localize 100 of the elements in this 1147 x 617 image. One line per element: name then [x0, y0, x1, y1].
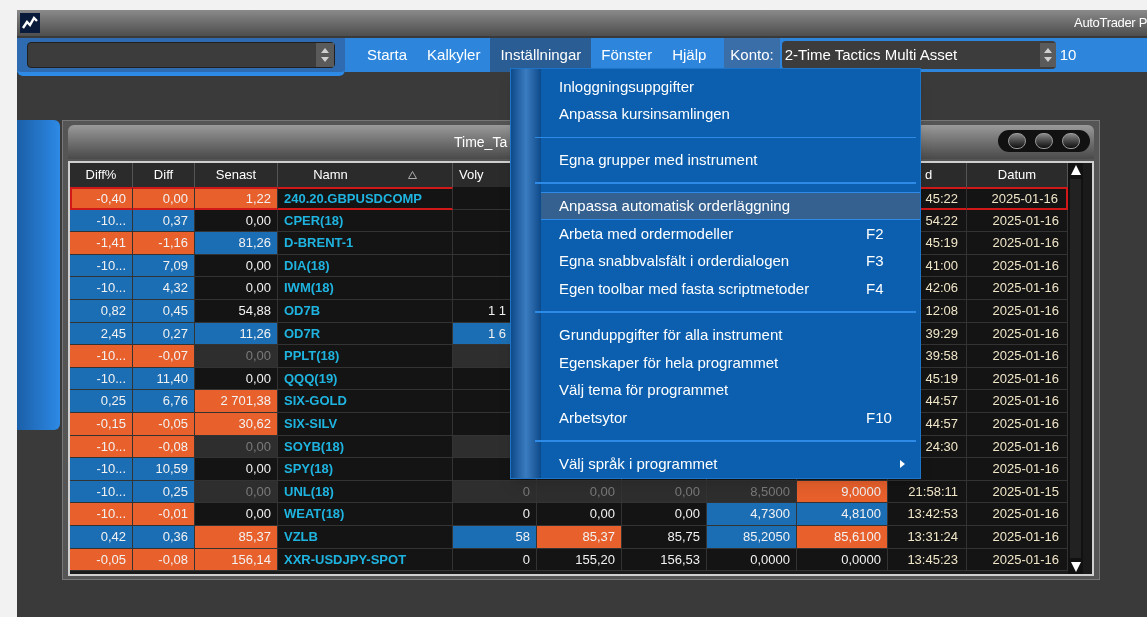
app-logo-icon — [20, 13, 40, 33]
table-cell: 0,42 — [70, 525, 133, 549]
account-dropdown[interactable]: 2-Time Tactics Multi Asset — [781, 41, 1056, 69]
symbol-dropdown[interactable] — [27, 42, 335, 68]
table-cell: -1,41 — [70, 232, 133, 255]
table-cell: SPY(18) — [278, 458, 453, 481]
table-cell: 0 — [453, 480, 537, 504]
table-cell: 0,25 — [133, 480, 195, 504]
menu-item[interactable]: Anpassa automatisk orderläggning — [541, 192, 920, 220]
spinner-icon — [1039, 43, 1056, 67]
table-cell: -0,40 — [70, 187, 133, 210]
table-cell: 2 701,38 — [195, 390, 278, 413]
table-cell: 0 — [453, 548, 537, 572]
table-cell: 2025-01-16 — [967, 232, 1068, 255]
table-cell: 30,62 — [195, 412, 278, 436]
submenu-arrow-icon — [899, 459, 906, 470]
menu-item[interactable]: Fönster — [591, 38, 663, 72]
table-cell: 7,09 — [133, 254, 195, 278]
table-cell: -10... — [70, 277, 133, 300]
table-cell: 2025-01-16 — [967, 503, 1068, 526]
table-cell: 13:42:53 — [888, 503, 967, 526]
table-cell: 2025-01-16 — [967, 390, 1068, 413]
menu-item[interactable]: Anpassa kursinsamlingen — [541, 100, 920, 129]
table-cell: 54,88 — [195, 299, 278, 323]
table-cell: -10... — [70, 480, 133, 504]
table-cell: 11,40 — [133, 367, 195, 391]
table-cell: -10... — [70, 503, 133, 526]
table-cell: 2,45 — [70, 322, 133, 346]
table-cell: VZLB — [278, 525, 453, 549]
round-button[interactable] — [1008, 133, 1027, 149]
table-cell: 0,25 — [70, 390, 133, 413]
table-cell: 8,5000 — [707, 480, 797, 504]
table-cell: 2025-01-15 — [967, 480, 1068, 504]
table-cell: 6,76 — [133, 390, 195, 413]
table-cell: SOYB(18) — [278, 435, 453, 459]
table-cell: OD7R — [278, 322, 453, 346]
table-cell: 2025-01-16 — [967, 525, 1068, 549]
table-cell: 10,59 — [133, 458, 195, 481]
table-cell: 156,14 — [195, 548, 278, 572]
table-cell: 85,75 — [622, 525, 707, 549]
table-cell: 156,53 — [622, 548, 707, 572]
table-cell: 4,32 — [133, 277, 195, 300]
table-cell: 2025-01-16 — [967, 458, 1068, 481]
table-cell: D-BRENT-1 — [278, 232, 453, 255]
shortcut-text: F3 — [866, 251, 885, 272]
table-cell: 2025-01-16 — [967, 412, 1068, 436]
menu-item[interactable]: Inställningar — [490, 38, 592, 72]
table-cell: 85,6100 — [797, 525, 888, 549]
table-cell: 0,00 — [537, 503, 622, 526]
table-cell: -10... — [70, 209, 133, 233]
table-cell: 0,0000 — [707, 548, 797, 572]
menu-item[interactable]: Hjälp — [662, 38, 717, 72]
table-cell: IWM(18) — [278, 277, 453, 300]
table-cell: SIX-GOLD — [278, 390, 453, 413]
table-cell: 0,00 — [195, 254, 278, 278]
table-cell: 2025-01-16 — [967, 277, 1068, 300]
table-cell: DIA(18) — [278, 254, 453, 278]
table-cell: 2025-01-16 — [967, 435, 1068, 459]
table-cell: 85,37 — [537, 525, 622, 549]
round-button[interactable] — [1035, 133, 1053, 149]
shortcut-text: F4 — [866, 279, 885, 300]
table-cell: 58 — [453, 525, 537, 549]
table-cell: 0,00 — [622, 503, 707, 526]
table-cell: 2025-01-16 — [967, 345, 1068, 368]
table-cell: 0,37 — [133, 209, 195, 233]
table-cell: 0,00 — [195, 367, 278, 391]
table-cell: OD7B — [278, 299, 453, 323]
table-cell: 0,36 — [133, 525, 195, 549]
table-cell: 0,00 — [133, 187, 195, 210]
spinner-icon — [316, 43, 334, 67]
table-cell: UNL(18) — [278, 480, 453, 504]
table-cell: 155,20 — [537, 548, 622, 572]
table-cell: 2025-01-16 — [967, 548, 1068, 572]
table-cell: 9,0000 — [797, 480, 888, 504]
window-controls[interactable] — [998, 130, 1090, 152]
table-cell: 0,00 — [537, 480, 622, 504]
menu-item[interactable]: Starta — [357, 38, 418, 72]
table-cell: 2025-01-16 — [967, 187, 1068, 210]
table-cell: -10... — [70, 345, 133, 368]
table-cell: 0,00 — [195, 480, 278, 504]
scrollbar[interactable] — [1068, 163, 1083, 574]
table-cell: -0,15 — [70, 412, 133, 436]
table-cell: 2025-01-16 — [967, 367, 1068, 391]
table-cell: 0,00 — [195, 435, 278, 459]
table-cell: 2025-01-16 — [967, 322, 1068, 346]
sort-triangle-icon[interactable] — [407, 171, 417, 179]
table-cell: -0,05 — [133, 412, 195, 436]
table-cell: PPLT(18) — [278, 345, 453, 368]
table-cell: 1,22 — [195, 187, 278, 210]
round-button[interactable] — [1061, 133, 1080, 149]
table-cell: QQQ(19) — [278, 367, 453, 391]
shortcut-text: F2 — [866, 223, 885, 244]
menu-item[interactable]: Kalkyler — [417, 38, 491, 72]
table-cell: 0,82 — [70, 299, 133, 323]
table-cell: 4,8100 — [797, 503, 888, 526]
toolbar-text: 10 — [1059, 44, 1077, 65]
menu-item[interactable]: Inloggningsuppgifter — [541, 73, 920, 101]
table-cell: 0,00 — [195, 277, 278, 300]
table-cell: SIX-SILV — [278, 412, 453, 436]
table-cell: 2025-01-16 — [967, 209, 1068, 233]
